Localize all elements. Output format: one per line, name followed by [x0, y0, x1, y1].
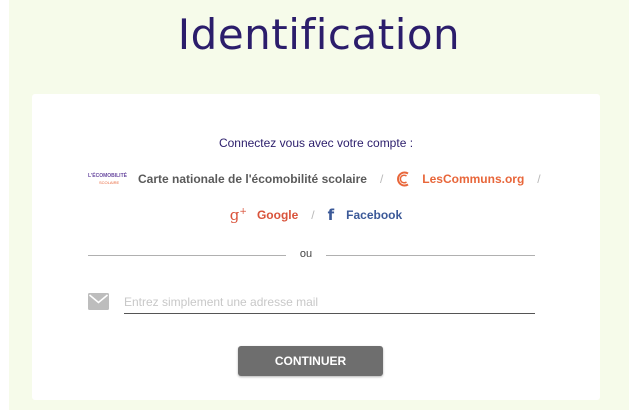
mail-icon: [88, 293, 109, 310]
providers-row: L'ÉCOMOBILITÉ SCOLAIRE Carte nationale d…: [88, 166, 554, 192]
connect-prompt: Connectez vous avec votre compte :: [218, 136, 414, 150]
separator: /: [311, 208, 315, 222]
login-card: Connectez vous avec votre compte : L'ÉCO…: [32, 94, 600, 400]
page-title: Identification: [177, 10, 461, 59]
facebook-icon: f: [327, 206, 335, 224]
google-login-link[interactable]: g+ Google: [230, 206, 299, 224]
divider-text: ou: [299, 248, 313, 260]
ecomobilite-logo-icon: L'ÉCOMOBILITÉ SCOLAIRE: [88, 173, 127, 185]
separator: /: [537, 172, 541, 186]
ecomobilite-login-link[interactable]: L'ÉCOMOBILITÉ SCOLAIRE Carte nationale d…: [88, 171, 367, 187]
providers-row: g+ Google / f Facebook: [32, 202, 600, 228]
divider-line: [326, 255, 535, 256]
email-input[interactable]: [124, 291, 535, 314]
google-label: Google: [256, 208, 299, 222]
lescommuns-label: LesCommuns.org: [422, 172, 525, 186]
facebook-label: Facebook: [346, 208, 403, 222]
separator: /: [379, 172, 384, 186]
divider-line: [88, 255, 286, 256]
page-background: Identification Connectez vous avec votre…: [9, 0, 629, 410]
lescommuns-login-link[interactable]: LesCommuns.org: [396, 171, 524, 187]
lescommuns-logo-icon: [397, 171, 409, 187]
continue-button[interactable]: CONTINUER: [238, 346, 383, 376]
or-divider: ou: [88, 248, 535, 264]
google-plus-icon: g+: [229, 206, 247, 224]
ecomobilite-label: Carte nationale de l'écomobilité scolair…: [138, 172, 367, 186]
facebook-login-link[interactable]: f Facebook: [328, 206, 403, 224]
